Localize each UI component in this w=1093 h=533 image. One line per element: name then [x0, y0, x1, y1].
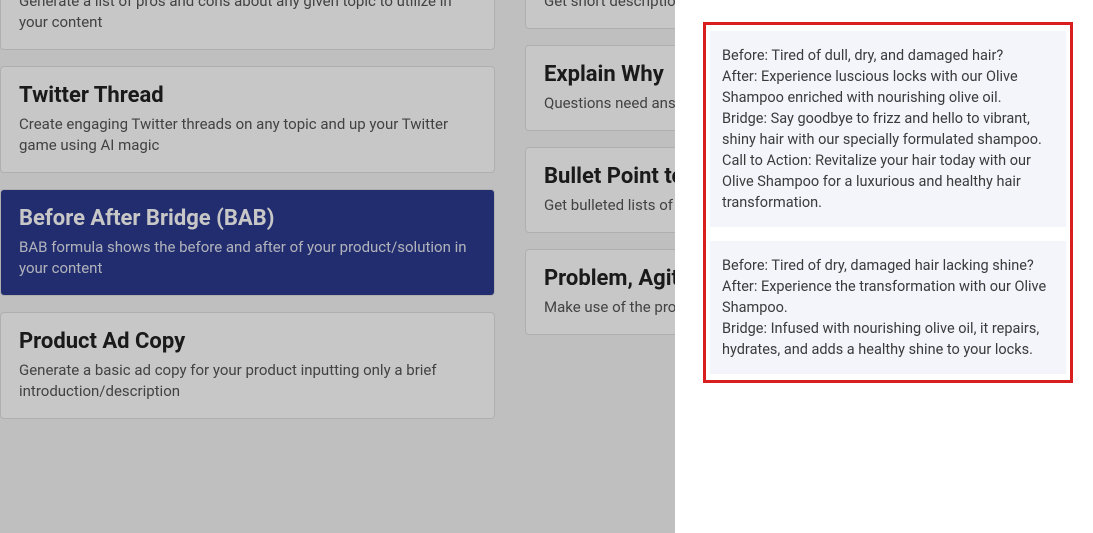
card-desc: Generate a basic ad copy for your produc… — [19, 360, 476, 402]
card-desc: Generate a list of pros and cons about a… — [19, 0, 476, 33]
template-card-bab[interactable]: Before After Bridge (BAB) BAB formula sh… — [0, 189, 495, 296]
results-panel: Before: Tired of dull, dry, and damaged … — [675, 0, 1093, 533]
template-card-twitter-thread[interactable]: Twitter Thread Create engaging Twitter t… — [0, 66, 495, 173]
result-block[interactable]: Before: Tired of dull, dry, and damaged … — [710, 31, 1066, 227]
card-desc: Create engaging Twitter threads on any t… — [19, 114, 476, 156]
template-card-product-ad-copy[interactable]: Product Ad Copy Generate a basic ad copy… — [0, 312, 495, 419]
card-desc: BAB formula shows the before and after o… — [19, 237, 476, 279]
card-title: Product Ad Copy — [19, 329, 476, 354]
result-text: Before: Tired of dull, dry, and damaged … — [722, 45, 1054, 213]
result-block[interactable]: Before: Tired of dry, damaged hair lacki… — [710, 241, 1066, 374]
result-text: Before: Tired of dry, damaged hair lacki… — [722, 255, 1054, 360]
templates-column-left: Generate a list of pros and cons about a… — [0, 0, 495, 419]
card-title: Before After Bridge (BAB) — [19, 206, 476, 231]
template-card-pros-cons[interactable]: Generate a list of pros and cons about a… — [0, 0, 495, 50]
results-highlight-box: Before: Tired of dull, dry, and damaged … — [703, 22, 1073, 383]
card-title: Twitter Thread — [19, 83, 476, 108]
